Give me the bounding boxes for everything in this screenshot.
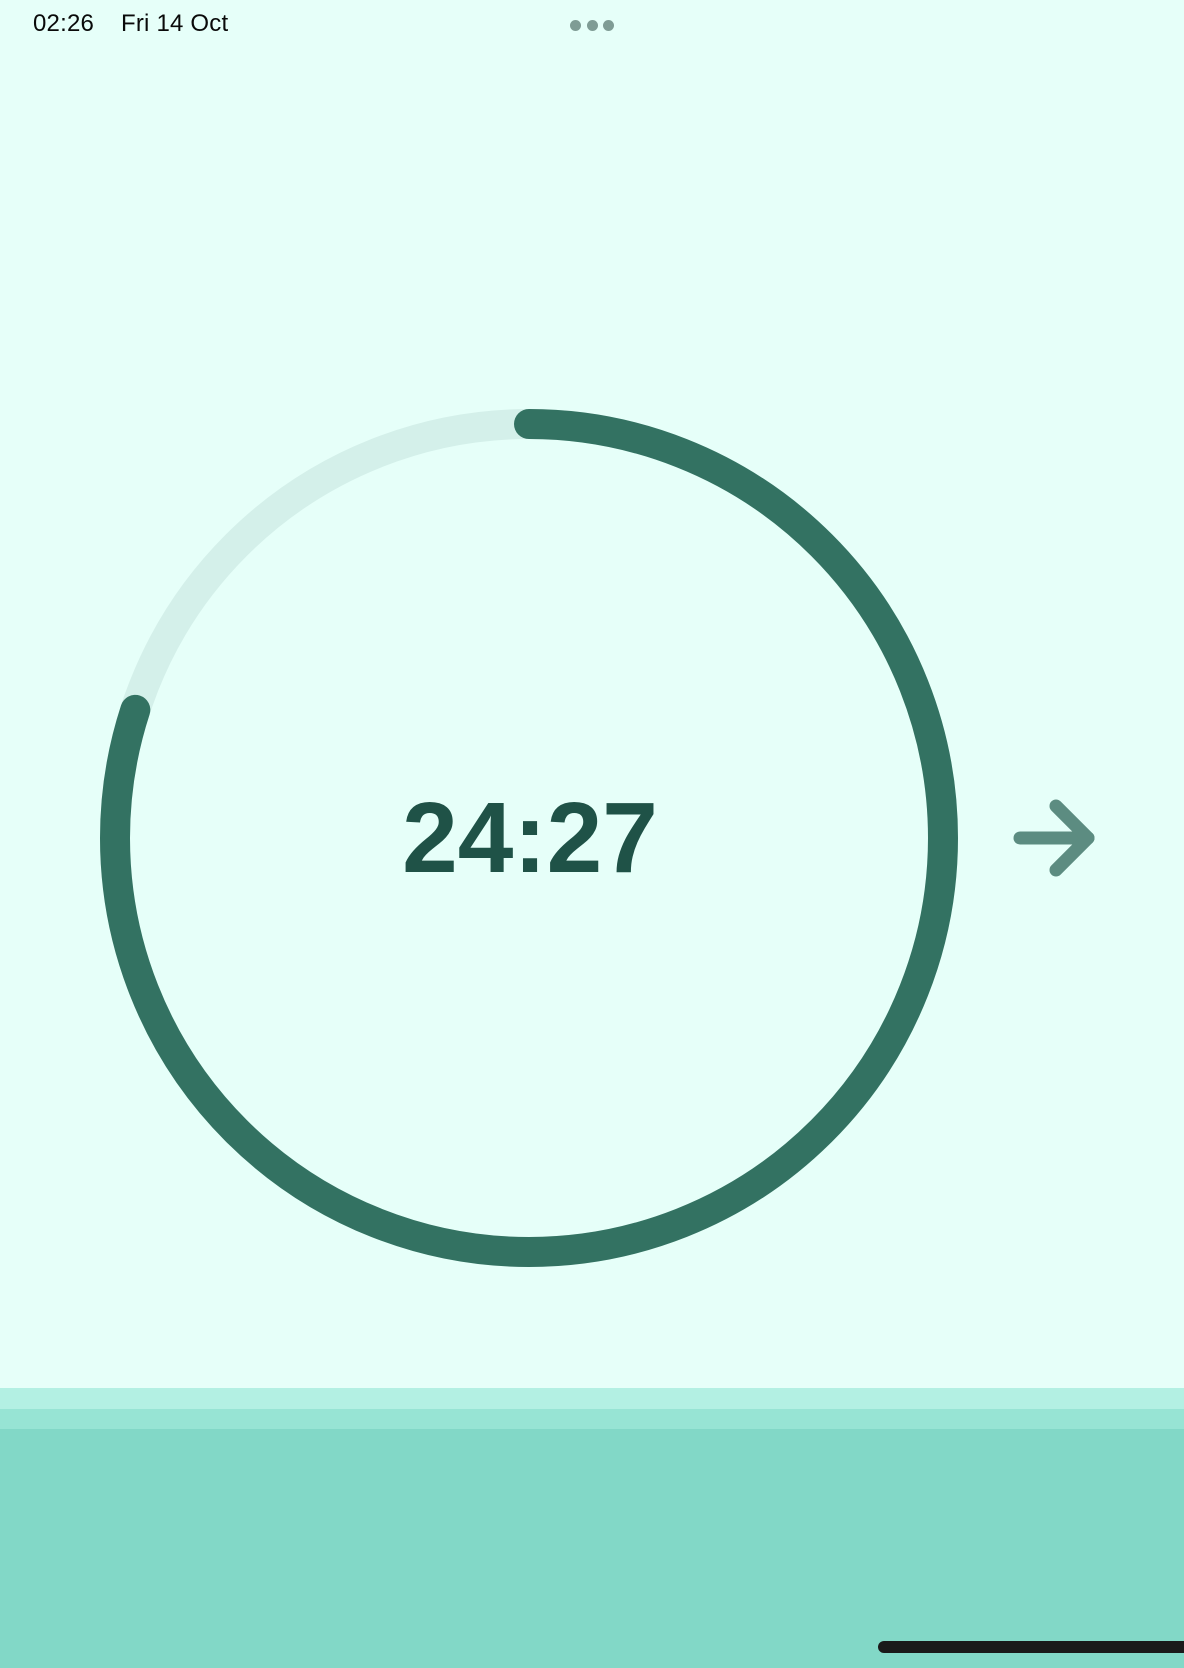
arrow-right-icon [1013,799,1095,877]
dot [603,19,614,31]
ellipsis-icon[interactable] [570,19,614,31]
status-time: 02:26 [33,10,95,37]
timer-countdown: 24:27 [402,782,658,894]
panel-body [0,1429,1184,1668]
next-button[interactable] [1012,798,1096,878]
status-bar: 02:26 Fri 14 Oct [0,0,1184,48]
dot [586,19,598,31]
dot [570,19,581,31]
panel-edge-mid [0,1409,1184,1429]
bottom-panel [0,1388,1184,1668]
home-indicator[interactable] [878,1641,1184,1653]
panel-edge-light [0,1388,1184,1409]
status-date: Fri 14 Oct [121,10,229,37]
